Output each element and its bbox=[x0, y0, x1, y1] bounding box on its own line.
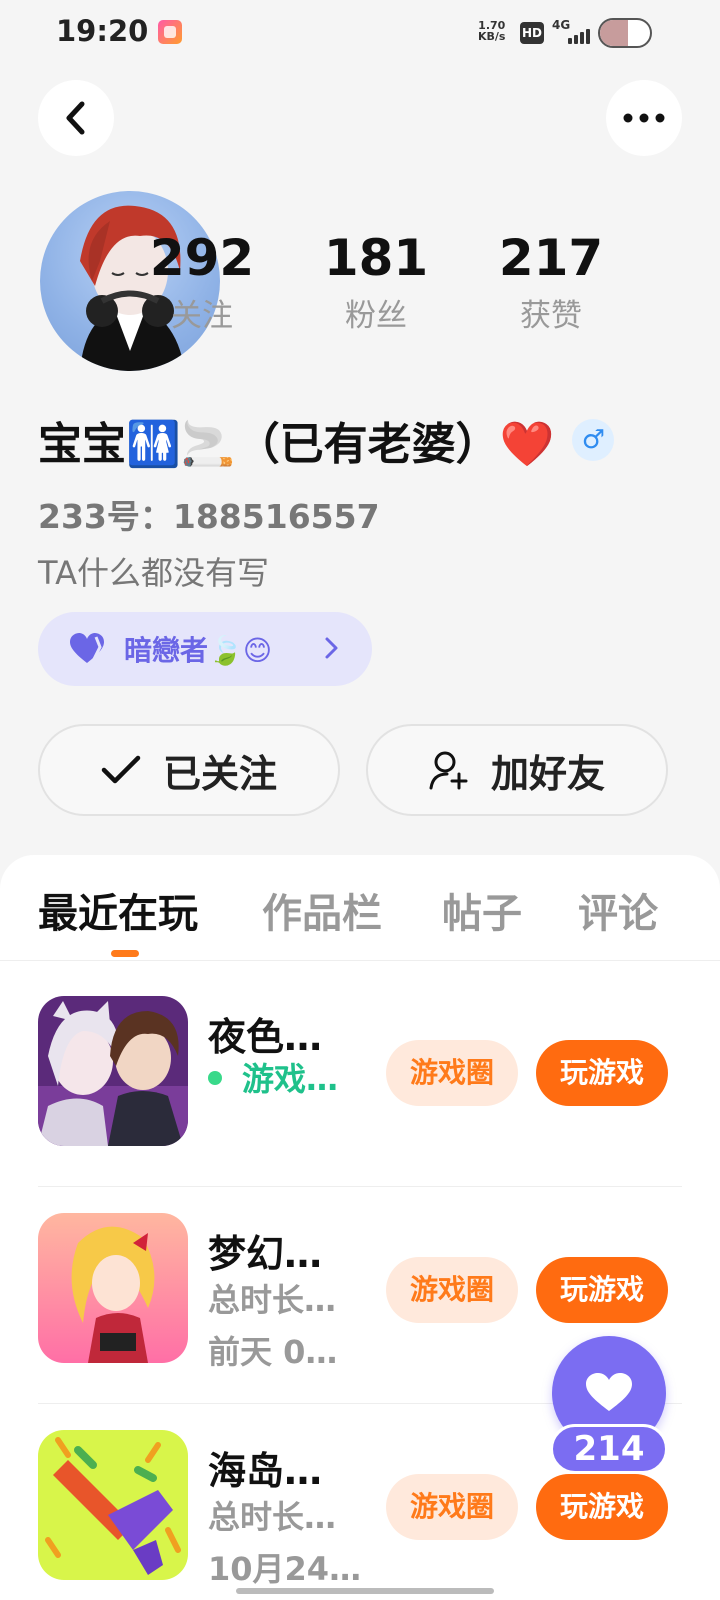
game-total-time: 总时长… bbox=[208, 1498, 337, 1536]
tab-works[interactable]: 作品栏 bbox=[262, 881, 382, 939]
check-icon bbox=[101, 755, 141, 784]
personality-tag[interactable]: 暗戀者🍃😊 bbox=[38, 612, 372, 686]
app-notification-icon bbox=[158, 20, 182, 44]
followed-label: 已关注 bbox=[162, 751, 277, 796]
tab-bar: 最近在玩 作品栏 帖子 评论 bbox=[0, 855, 720, 961]
user-id[interactable]: 233号：188516557 bbox=[38, 490, 380, 538]
game-list-item[interactable]: 夜色… 游戏… 游戏圈 玩游戏 bbox=[38, 970, 682, 1187]
status-time: 19:20 bbox=[56, 14, 149, 48]
stat-likes[interactable]: 217 获赞 bbox=[471, 228, 631, 336]
following-label: 关注 bbox=[171, 298, 233, 334]
game-total-time: 总时长… bbox=[208, 1281, 337, 1319]
network-speed: 1.70 KB/s bbox=[478, 19, 506, 43]
hd-icon: HD bbox=[520, 22, 544, 44]
following-count: 292 bbox=[149, 229, 255, 287]
add-friend-label: 加好友 bbox=[490, 751, 605, 796]
play-game-button[interactable]: 玩游戏 bbox=[536, 1257, 668, 1323]
game-circle-button[interactable]: 游戏圈 bbox=[386, 1257, 518, 1323]
status-bar: 19:20 1.70 KB/s HD 4G bbox=[0, 0, 720, 66]
online-status-icon bbox=[208, 1071, 222, 1085]
heart-icon bbox=[586, 1373, 632, 1411]
heart-icon bbox=[70, 633, 104, 663]
add-friend-button[interactable]: 加好友 bbox=[366, 724, 668, 816]
game-name: 海岛… bbox=[208, 1449, 323, 1493]
male-gender-icon: ♂ bbox=[572, 419, 615, 461]
nickname-row: 宝宝🚻🚬（已有老婆）❤️ ♂ bbox=[38, 410, 615, 470]
add-user-icon bbox=[429, 751, 468, 790]
game-last-played: 前天 0… bbox=[208, 1333, 338, 1371]
game-name: 梦幻… bbox=[208, 1232, 323, 1276]
game-name: 夜色… bbox=[208, 1015, 323, 1059]
game-status: 游戏… bbox=[208, 1054, 338, 1100]
chevron-left-icon bbox=[66, 101, 85, 135]
battery-icon bbox=[598, 18, 652, 48]
likes-label: 获赞 bbox=[520, 298, 582, 334]
fans-count: 181 bbox=[323, 229, 429, 287]
game-last-played: 10月24… bbox=[208, 1550, 362, 1588]
active-tab-indicator bbox=[111, 950, 139, 957]
stat-fans[interactable]: 181 粉丝 bbox=[296, 228, 456, 336]
stat-following[interactable]: 292 关注 bbox=[122, 228, 282, 336]
nickname: 宝宝🚻🚬（已有老婆）❤️ bbox=[38, 419, 555, 470]
more-button[interactable] bbox=[606, 80, 682, 156]
play-game-button[interactable]: 玩游戏 bbox=[536, 1474, 668, 1540]
game-icon bbox=[38, 996, 188, 1146]
signal-icon: 4G bbox=[552, 18, 592, 46]
tab-recently-played[interactable]: 最近在玩 bbox=[38, 881, 198, 939]
tab-comments[interactable]: 评论 bbox=[578, 881, 658, 939]
home-indicator[interactable] bbox=[236, 1588, 494, 1594]
game-circle-button[interactable]: 游戏圈 bbox=[386, 1040, 518, 1106]
content-sheet: 最近在玩 作品栏 帖子 评论 夜色… 游戏… 游戏圈 玩游戏 梦幻… 总时长… … bbox=[0, 855, 720, 1600]
fans-label: 粉丝 bbox=[345, 298, 407, 334]
back-button[interactable] bbox=[38, 80, 114, 156]
like-count-badge: 214 bbox=[550, 1424, 668, 1474]
tag-label: 暗戀者🍃😊 bbox=[124, 634, 273, 667]
tab-posts[interactable]: 帖子 bbox=[442, 881, 522, 939]
followed-button[interactable]: 已关注 bbox=[38, 724, 340, 816]
likes-count: 217 bbox=[498, 229, 604, 287]
game-icon bbox=[38, 1430, 188, 1580]
bio: TA什么都没有写 bbox=[38, 554, 269, 592]
game-circle-button[interactable]: 游戏圈 bbox=[386, 1474, 518, 1540]
more-dots-icon bbox=[623, 113, 665, 123]
chevron-right-icon bbox=[325, 637, 338, 659]
game-icon bbox=[38, 1213, 188, 1363]
play-game-button[interactable]: 玩游戏 bbox=[536, 1040, 668, 1106]
